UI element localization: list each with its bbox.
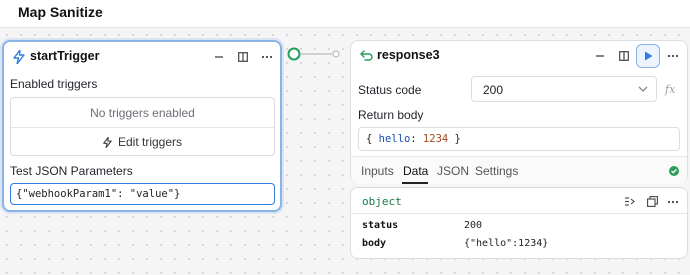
trigger-node-title: startTrigger: [30, 49, 100, 63]
edit-triggers-label: Edit triggers: [117, 135, 183, 149]
edit-triggers-button[interactable]: Edit triggers: [11, 128, 274, 156]
return-body-open-brace: {: [366, 133, 373, 145]
copy-icon[interactable]: [647, 196, 658, 207]
list-collapse-icon[interactable]: [625, 197, 636, 206]
start-trigger-node[interactable]: startTrigger Enabled triggers No trigger…: [2, 40, 282, 212]
return-body-close-brace: }: [454, 133, 461, 145]
return-body-value: 1234: [422, 133, 449, 145]
enabled-triggers-label: Enabled triggers: [10, 77, 98, 91]
status-code-value: 200: [483, 83, 504, 97]
output-row: status 200: [362, 220, 672, 234]
trigger-node-header[interactable]: startTrigger: [4, 42, 280, 72]
tab-inputs[interactable]: Inputs: [361, 164, 394, 178]
tab-bar: Inputs Data JSON Settings: [351, 156, 687, 184]
return-body-editor[interactable]: { hello: 1234 }: [358, 127, 680, 151]
return-body-colon: :: [410, 133, 417, 145]
minus-icon[interactable]: [591, 47, 609, 65]
test-json-params-label: Test JSON Parameters: [10, 164, 133, 178]
ellipsis-icon[interactable]: [667, 200, 679, 204]
active-tab-underline: [402, 182, 428, 184]
output-row: body {"hello":1234}: [362, 238, 672, 252]
status-code-select[interactable]: 200: [471, 76, 657, 102]
output-value: {"hello":1234}: [464, 238, 549, 249]
output-panel: object status 200 body {"hello":1234}: [350, 187, 688, 259]
node-connector[interactable]: [286, 47, 342, 61]
run-button[interactable]: [636, 44, 660, 68]
status-code-label: Status code: [358, 83, 422, 97]
output-type-label: object: [362, 195, 402, 208]
lightning-icon: [103, 136, 112, 148]
tab-settings[interactable]: Settings: [475, 164, 518, 178]
output-value: 200: [464, 220, 483, 231]
return-body-label: Return body: [358, 108, 424, 122]
no-triggers-text: No triggers enabled: [90, 106, 195, 120]
check-circle-icon: [669, 166, 679, 176]
tab-json[interactable]: JSON: [437, 164, 469, 178]
minus-icon[interactable]: [210, 48, 228, 66]
tab-data[interactable]: Data: [403, 164, 428, 178]
response-node-header[interactable]: response3: [351, 41, 687, 71]
response-node[interactable]: response3 Status code 200 fx Return body…: [350, 40, 688, 184]
play-icon: [644, 51, 653, 61]
output-divider: [351, 213, 687, 214]
response-node-title: response3: [377, 48, 440, 62]
triggers-box: No triggers enabled Edit triggers: [10, 97, 275, 156]
fx-icon[interactable]: fx: [665, 83, 675, 96]
return-body-key: hello: [378, 133, 411, 145]
app-titlebar: Map Sanitize: [0, 0, 690, 28]
output-key: status: [362, 220, 399, 231]
test-json-params-input[interactable]: {"webhookParam1": "value"}: [10, 183, 275, 205]
return-arrow-icon: [357, 47, 375, 65]
ellipsis-icon[interactable]: [664, 47, 682, 65]
panel-icon[interactable]: [615, 47, 633, 65]
lightning-icon: [10, 48, 28, 66]
ellipsis-icon[interactable]: [258, 48, 276, 66]
panel-icon[interactable]: [234, 48, 252, 66]
test-json-params-value: {"webhookParam1": "value"}: [16, 188, 181, 200]
app-title: Map Sanitize: [18, 4, 103, 20]
output-key: body: [362, 238, 387, 249]
chevron-down-icon: [638, 86, 648, 93]
